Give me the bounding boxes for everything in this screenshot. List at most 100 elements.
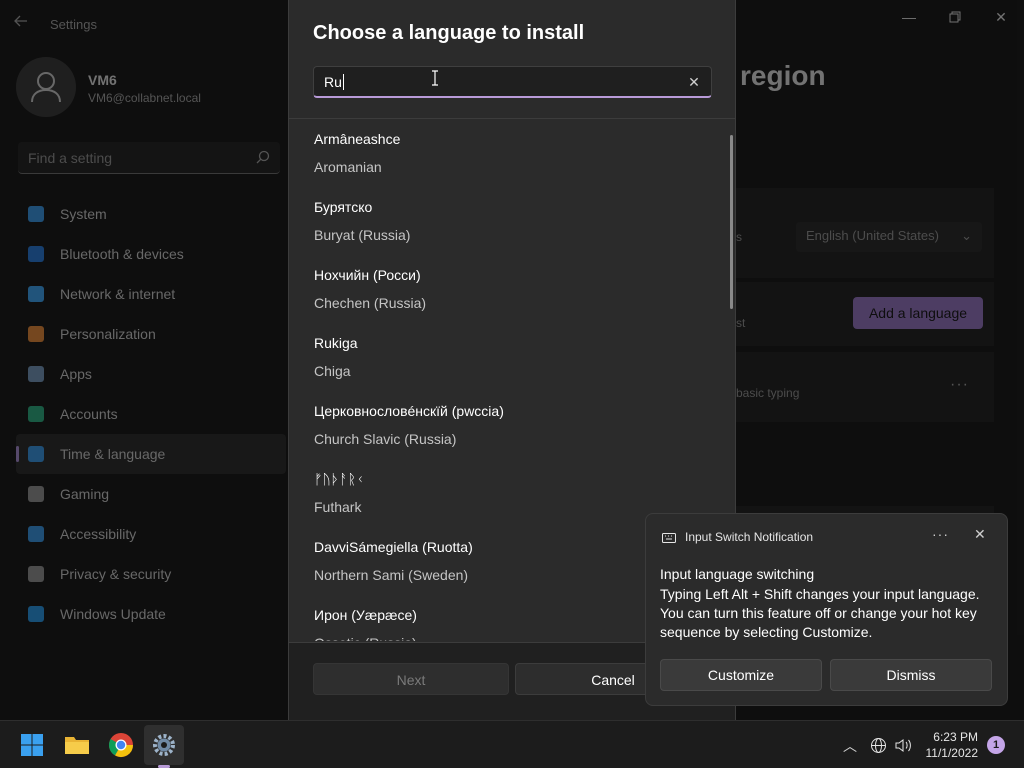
language-english-name: Futhark [314, 499, 362, 515]
bluetooth-icon [28, 246, 44, 262]
chevron-up-icon[interactable]: ︿ [843, 736, 857, 756]
sidebar-item-apps[interactable]: Apps [16, 354, 286, 394]
network-globe-icon[interactable] [870, 737, 887, 759]
clock-date: 11/1/2022 [925, 746, 979, 760]
language-native-name: ᚠᚢᚦᚨᚱᚲ [314, 471, 365, 487]
file-explorer-icon[interactable] [61, 729, 93, 761]
sidebar-item-windows-update[interactable]: Windows Update [16, 594, 286, 634]
next-button[interactable]: Next [313, 663, 509, 695]
sidebar-item-network-internet[interactable]: Network & internet [16, 274, 286, 314]
user-name: VM6 [88, 72, 117, 88]
language-native-name: Церковнословéнскїй (рwссiа) [314, 403, 504, 419]
brush-icon [28, 326, 44, 342]
language-features-fragment: basic typing [736, 386, 800, 400]
user-email: VM6@collabnet.local [88, 91, 201, 105]
gamepad-icon [28, 486, 44, 502]
dismiss-button[interactable]: Dismiss [830, 659, 992, 691]
notification-more-icon[interactable]: ··· [932, 526, 949, 542]
shield-icon [28, 566, 44, 582]
sidebar-item-label: System [60, 206, 107, 222]
notification-app-name: Input Switch Notification [685, 530, 814, 544]
language-english-name: Northern Sami (Sweden) [314, 567, 469, 583]
language-list-item[interactable]: Нохчийн (Росси) Chechen (Russia) [289, 255, 729, 323]
language-english-name: Chiga [314, 363, 351, 379]
language-list-item[interactable]: Бурятско Buryat (Russia) [289, 187, 729, 255]
sidebar-nav: System Bluetooth & devices Network & inter… [16, 194, 286, 634]
find-setting-input[interactable]: Find a setting [18, 142, 280, 174]
sidebar-item-time-language[interactable]: Time & language [16, 434, 286, 474]
input-switch-notification: Input Switch Notification ··· ✕ Input la… [645, 513, 1008, 706]
notification-title: Input language switching [660, 566, 815, 582]
sidebar-item-label: Accessibility [60, 526, 137, 542]
sidebar-item-label: Bluetooth & devices [60, 246, 184, 262]
language-english-name: Buryat (Russia) [314, 227, 411, 243]
add-language-button[interactable]: Add a language [853, 297, 983, 329]
preferred-languages-fragment: st [736, 316, 746, 330]
sidebar-item-accessibility[interactable]: Accessibility [16, 514, 286, 554]
sidebar-item-accounts[interactable]: Accounts [16, 394, 286, 434]
language-native-name: DavviSámegiella (Ruotta) [314, 539, 473, 555]
sidebar-item-label: Accounts [60, 406, 118, 422]
language-english-name: Ossetic (Russia) [314, 635, 417, 641]
taskbar: ︿ 6:23 PM 11/1/2022 1 [0, 720, 1024, 768]
language-list-item[interactable]: Rukiga Chiga [289, 323, 729, 391]
language-list-item[interactable]: Церковнословéнскїй (рwссiа) Church Slavic… [289, 391, 729, 459]
clear-search-icon[interactable]: ✕ [685, 73, 703, 91]
taskbar-clock[interactable]: 6:23 PM 11/1/2022 [922, 729, 979, 761]
accessibility-icon [28, 526, 44, 542]
page-title: region [740, 60, 826, 91]
more-options-icon[interactable]: ··· [950, 376, 969, 394]
find-setting-placeholder: Find a setting [28, 150, 113, 166]
sidebar-item-label: Time & language [60, 446, 166, 462]
minimize-button[interactable]: — [886, 6, 932, 28]
language-search-input[interactable]: Ru ✕ [313, 66, 712, 98]
person-icon [28, 406, 44, 422]
search-icon [256, 150, 270, 169]
volume-icon[interactable] [894, 737, 912, 759]
sidebar-item-label: Personalization [60, 326, 156, 342]
list-scrollbar[interactable] [730, 135, 733, 309]
display-language-dropdown[interactable]: English (United States) ⌄ [796, 222, 982, 252]
sidebar-item-personalization[interactable]: Personalization [16, 314, 286, 354]
notification-close-icon[interactable]: ✕ [974, 526, 986, 543]
sidebar-item-label: Apps [60, 366, 92, 382]
sidebar-item-label: Windows Update [60, 606, 166, 622]
chrome-icon[interactable] [105, 729, 137, 761]
language-native-name: Rukiga [314, 335, 358, 351]
language-search-text: Ru [324, 74, 342, 90]
keyboard-icon [662, 531, 676, 543]
sidebar-item-gaming[interactable]: Gaming [16, 474, 286, 514]
language-english-name: Church Slavic (Russia) [314, 431, 457, 447]
notification-count-badge[interactable]: 1 [987, 736, 1005, 754]
display-language-label-fragment: s [736, 230, 742, 244]
ibeam-cursor-icon [431, 70, 439, 86]
display-language-value: English (United States) [806, 228, 939, 243]
language-native-name: Armâneashce [314, 131, 401, 147]
start-icon[interactable] [16, 729, 48, 761]
sidebar-item-label: Network & internet [60, 286, 176, 302]
language-english-name: Chechen (Russia) [314, 295, 427, 311]
language-list-item[interactable]: Armâneashce Aromanian [289, 119, 729, 187]
settings-gear-icon[interactable] [148, 729, 180, 761]
language-english-name: Aromanian [314, 159, 382, 175]
language-search-value: Ru [324, 74, 344, 90]
restore-button[interactable] [932, 6, 978, 28]
sidebar-item-bluetooth-devices[interactable]: Bluetooth & devices [16, 234, 286, 274]
chevron-down-icon: ⌄ [961, 228, 972, 243]
sidebar-item-privacy-security[interactable]: Privacy & security [16, 554, 286, 594]
close-window-button[interactable]: ✕ [978, 6, 1024, 28]
notification-body: Typing Left Alt + Shift changes your inp… [660, 586, 980, 640]
language-native-name: Нохчийн (Росси) [314, 267, 421, 283]
clock-time: 6:23 PM [933, 730, 978, 744]
wifi-icon [28, 286, 44, 302]
language-native-name: Ирон (Уæрæсе) [314, 607, 417, 623]
globe-clock-icon [28, 446, 44, 462]
system-icon [28, 206, 44, 222]
back-arrow-icon[interactable] [14, 14, 34, 34]
sidebar-item-system[interactable]: System [16, 194, 286, 234]
avatar[interactable] [16, 57, 76, 117]
language-native-name: Бурятско [314, 199, 373, 215]
sidebar-item-label: Gaming [60, 486, 110, 502]
customize-button[interactable]: Customize [660, 659, 822, 691]
apps-icon [28, 366, 44, 382]
